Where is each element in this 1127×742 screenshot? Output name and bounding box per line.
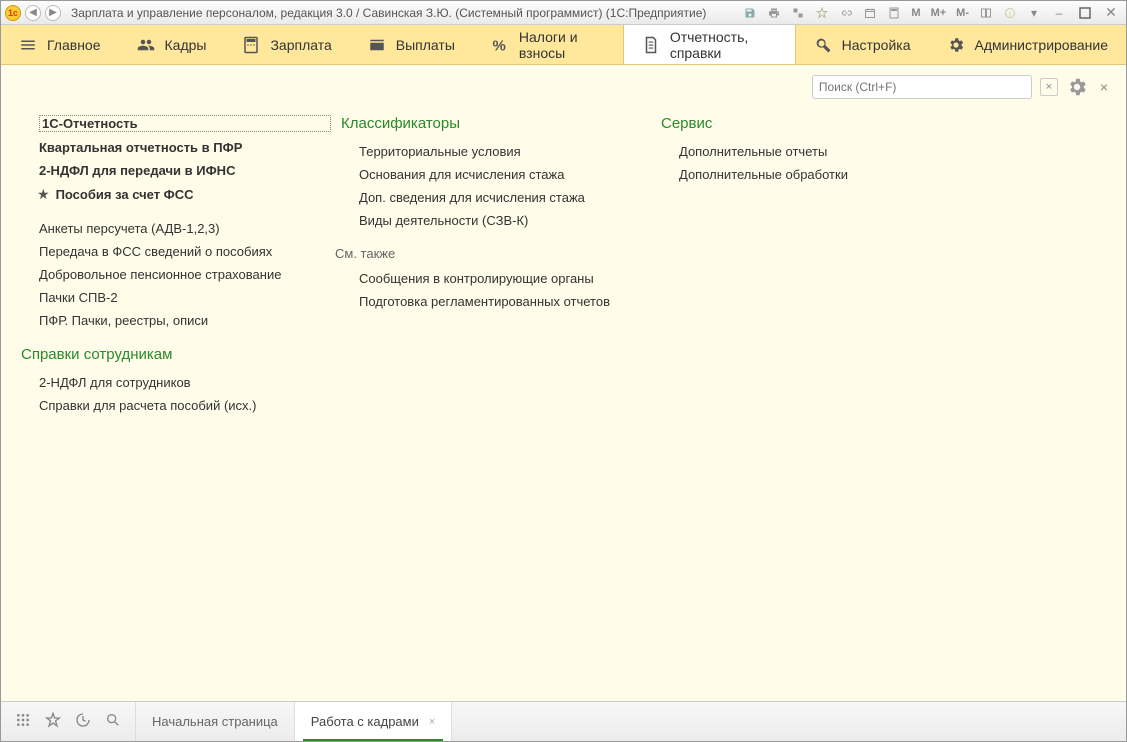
link-1c-reporting[interactable]: 1С-Отчетность	[39, 115, 331, 132]
link-territorial[interactable]: Территориальные условия	[359, 144, 651, 159]
bottom-bar: Начальная страница Работа с кадрами ×	[1, 701, 1126, 741]
link-pfr-packs[interactable]: ПФР. Пачки, реестры, описи	[39, 313, 331, 328]
column-classifiers: Классификаторы Территориальные условия О…	[341, 115, 651, 309]
nav-label: Главное	[47, 37, 101, 53]
menu-icon	[19, 36, 37, 54]
nav-salary[interactable]: Зарплата	[224, 25, 349, 64]
wrench-icon	[814, 36, 832, 54]
link-fss-transfer[interactable]: Передача в ФСС сведений о пособиях	[39, 244, 331, 259]
nav-main[interactable]: Главное	[1, 25, 119, 64]
people-icon	[137, 36, 155, 54]
panel-close-button[interactable]: ×	[1096, 79, 1112, 95]
window-titlebar: 1c ◀ ▶ Зарплата и управление персоналом,…	[1, 1, 1126, 25]
tab-start-page[interactable]: Начальная страница	[136, 702, 295, 741]
link-fss-benefits[interactable]: Пособия за счет ФСС	[56, 187, 194, 202]
tab-hr-work[interactable]: Работа с кадрами ×	[295, 702, 453, 741]
favorite-icon[interactable]	[45, 712, 61, 731]
toolbar-print-icon[interactable]	[765, 5, 783, 21]
link-activity-szvk[interactable]: Виды деятельности (СЗВ-К)	[359, 213, 651, 228]
nav-label: Настройка	[842, 37, 911, 53]
calculator-icon	[242, 36, 260, 54]
toolbar-calendar-icon[interactable]	[861, 5, 879, 21]
svg-text:%: %	[492, 37, 505, 54]
link-authority-msgs[interactable]: Сообщения в контролирующие органы	[359, 271, 651, 286]
svg-text:i: i	[1009, 10, 1010, 17]
toolbar-m-button[interactable]: M	[909, 5, 922, 21]
toolbar-link-icon[interactable]	[837, 5, 855, 21]
star-icon: ★	[37, 186, 50, 203]
link-extra-reports[interactable]: Дополнительные отчеты	[679, 144, 961, 159]
link-tenure-grounds[interactable]: Основания для исчисления стажа	[359, 167, 651, 182]
toolbar-info-icon[interactable]: i	[1001, 5, 1019, 21]
link-voluntary-pension[interactable]: Добровольное пенсионное страхование	[39, 267, 331, 282]
toolbar-dropdown-icon[interactable]: ▾	[1025, 5, 1043, 21]
nav-taxes[interactable]: % Налоги и взносы	[473, 25, 623, 64]
search-box[interactable]	[812, 75, 1032, 99]
content-area: × × 1С-Отчетность Квартальная отчетность…	[1, 65, 1126, 701]
nav-label: Отчетность, справки	[670, 29, 777, 61]
percent-icon: %	[491, 36, 509, 54]
search-icon[interactable]	[105, 712, 121, 731]
nav-back-icon[interactable]: ◀	[25, 5, 41, 21]
link-spv2[interactable]: Пачки СПВ-2	[39, 290, 331, 305]
section-see-also: См. также	[335, 246, 651, 261]
apps-icon[interactable]	[15, 712, 31, 731]
toolbar-calc-icon[interactable]	[885, 5, 903, 21]
nav-payments[interactable]: Выплаты	[350, 25, 473, 64]
toolbar-favorite-icon[interactable]	[813, 5, 831, 21]
search-clear-button[interactable]: ×	[1040, 78, 1058, 96]
wallet-icon	[368, 36, 386, 54]
tab-label: Работа с кадрами	[311, 714, 419, 729]
window-close-button[interactable]: ✕	[1101, 5, 1121, 21]
window-maximize-button[interactable]	[1075, 5, 1095, 21]
link-benefit-refs[interactable]: Справки для расчета пособий (исх.)	[39, 398, 331, 413]
nav-label: Кадры	[165, 37, 207, 53]
window-minimize-button[interactable]: –	[1049, 5, 1069, 21]
link-adv-forms[interactable]: Анкеты персучета (АДВ-1,2,3)	[39, 221, 331, 236]
nav-forward-icon[interactable]: ▶	[45, 5, 61, 21]
search-input[interactable]	[817, 79, 1027, 95]
gear-icon	[947, 36, 965, 54]
nav-reports[interactable]: Отчетность, справки	[623, 25, 796, 64]
nav-personnel[interactable]: Кадры	[119, 25, 225, 64]
tab-close-icon[interactable]: ×	[429, 716, 435, 728]
settings-gear-icon[interactable]	[1066, 76, 1088, 98]
window-title: Зарплата и управление персоналом, редакц…	[65, 6, 706, 20]
nav-label: Налоги и взносы	[519, 29, 605, 61]
nav-settings[interactable]: Настройка	[796, 25, 929, 64]
main-nav: Главное Кадры Зарплата Выплаты % Налоги …	[1, 25, 1126, 65]
link-tenure-extra[interactable]: Доп. сведения для исчисления стажа	[359, 190, 651, 205]
nav-label: Выплаты	[396, 37, 455, 53]
history-icon[interactable]	[75, 712, 91, 731]
document-icon	[642, 36, 660, 54]
toolbar-save-icon[interactable]	[741, 5, 759, 21]
section-service: Сервис	[661, 115, 961, 132]
section-classifiers: Классификаторы	[341, 115, 651, 132]
link-quarterly-pfr[interactable]: Квартальная отчетность в ПФР	[39, 140, 331, 155]
nav-label: Администрирование	[975, 37, 1109, 53]
toolbar-mminus-button[interactable]: M-	[954, 5, 971, 21]
nav-label: Зарплата	[270, 37, 331, 53]
toolbar-compare-icon[interactable]	[789, 5, 807, 21]
link-2ndfl-employees[interactable]: 2-НДФЛ для сотрудников	[39, 375, 331, 390]
column-reports: 1С-Отчетность Квартальная отчетность в П…	[21, 115, 331, 413]
section-employee-refs: Справки сотрудникам	[21, 346, 331, 363]
link-2ndfl-ifns[interactable]: 2-НДФЛ для передачи в ИФНС	[39, 163, 331, 178]
link-extra-processing[interactable]: Дополнительные обработки	[679, 167, 961, 182]
tab-label: Начальная страница	[152, 714, 278, 729]
toolbar-panels-icon[interactable]	[977, 5, 995, 21]
column-service: Сервис Дополнительные отчеты Дополнитель…	[661, 115, 961, 182]
nav-admin[interactable]: Администрирование	[929, 25, 1127, 64]
toolbar-mplus-button[interactable]: M+	[929, 5, 949, 21]
link-regulated-reports[interactable]: Подготовка регламентированных отчетов	[359, 294, 651, 309]
app-1c-icon: 1c	[5, 5, 21, 21]
